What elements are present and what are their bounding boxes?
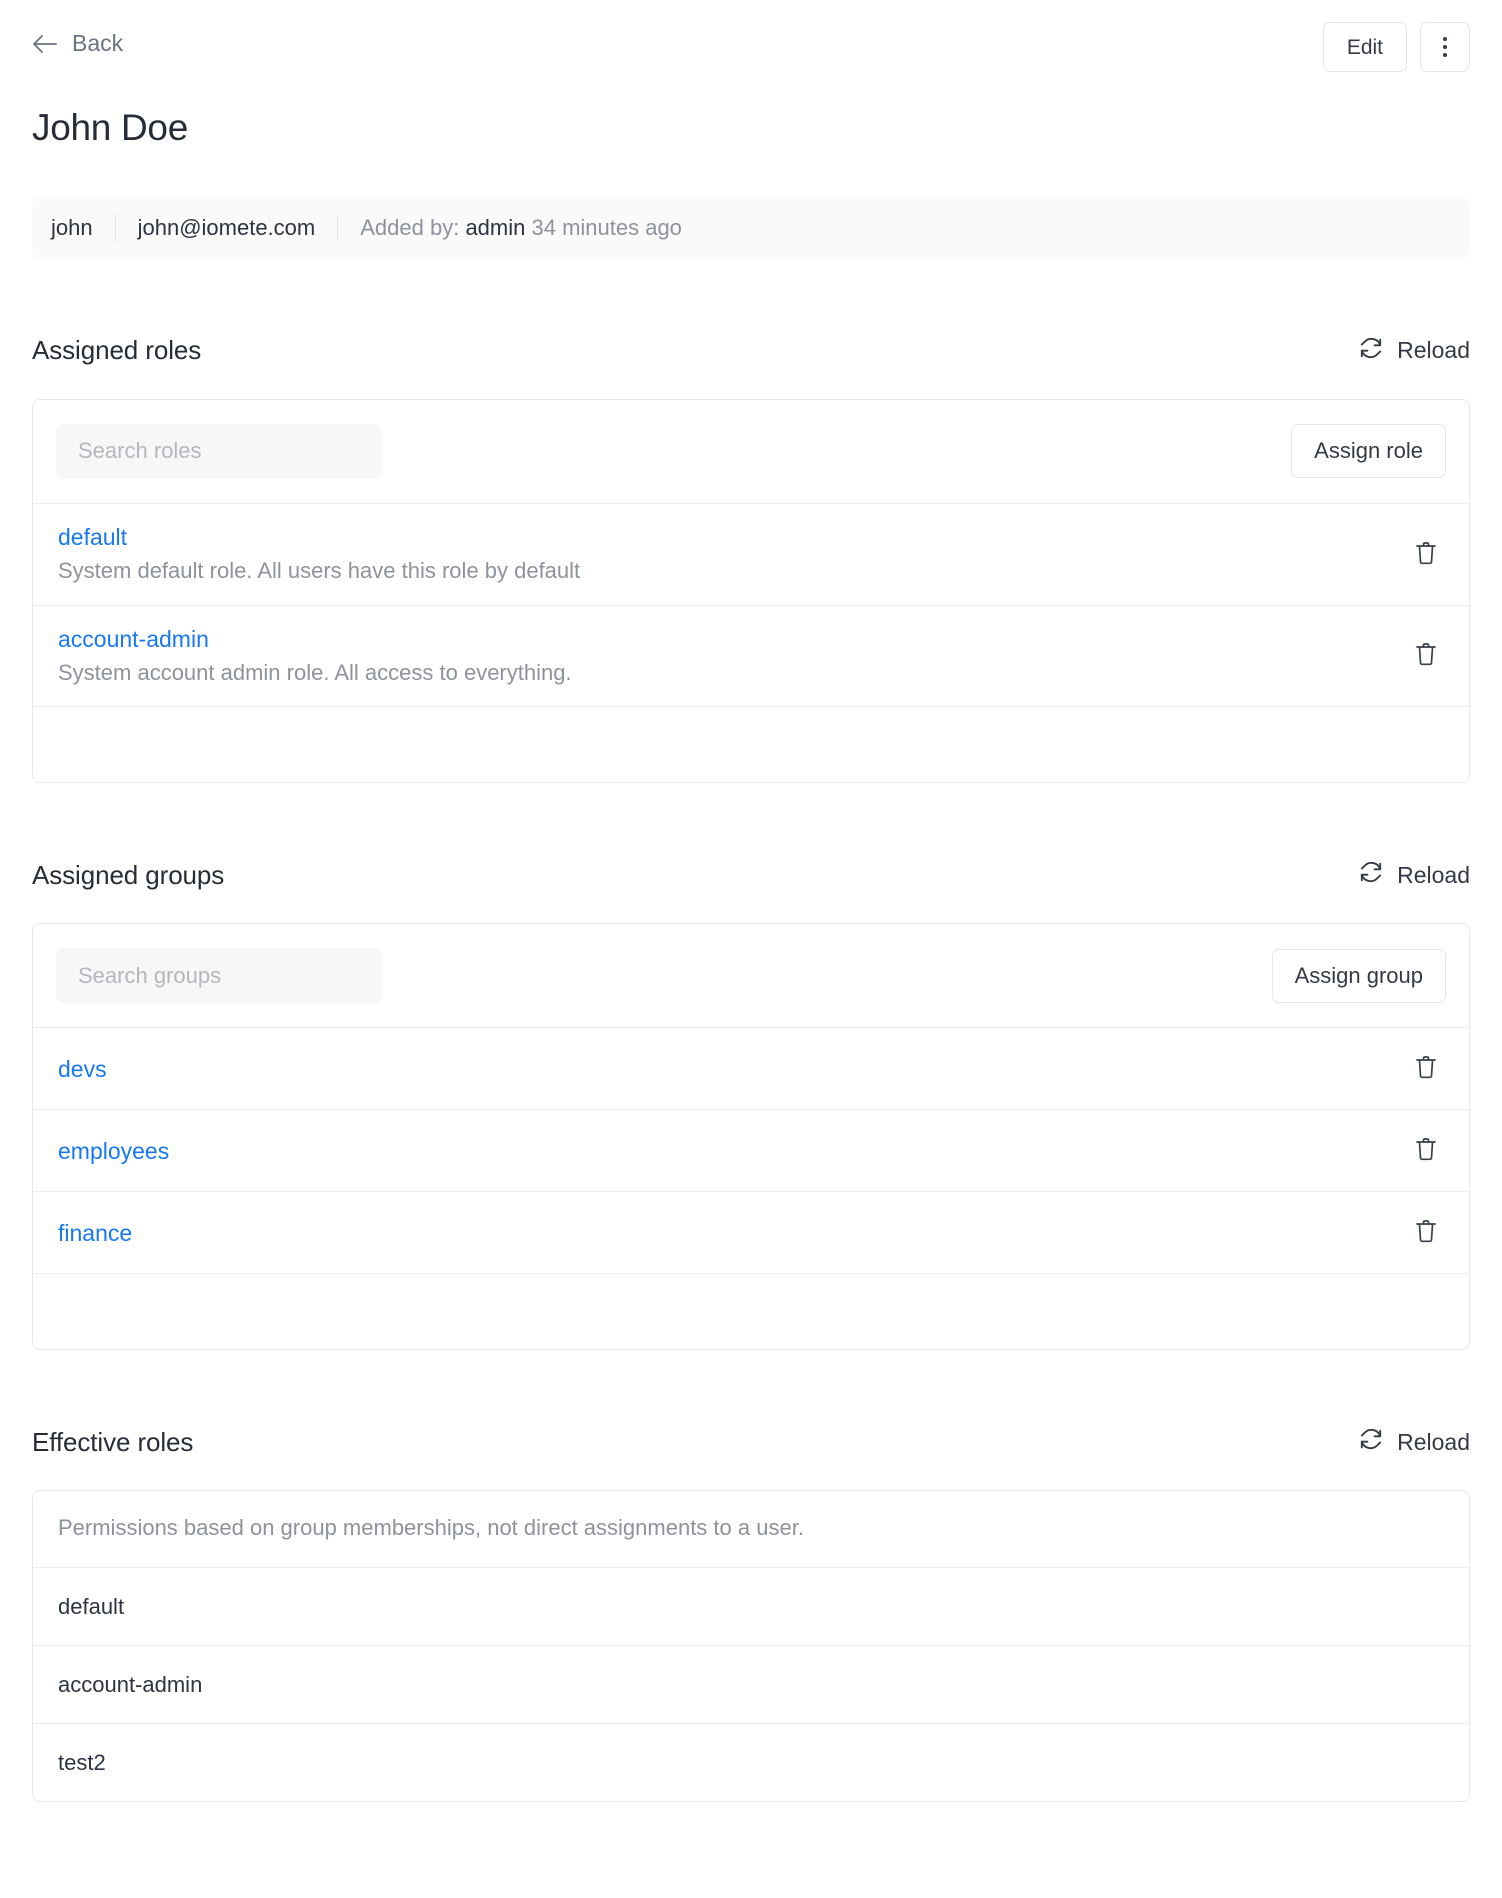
user-meta-bar: john john@iomete.com Added by: admin 34 …: [32, 196, 1470, 259]
meta-divider: [114, 214, 116, 241]
reload-label: Reload: [1397, 337, 1470, 364]
edit-button[interactable]: Edit: [1322, 22, 1407, 72]
table-row: finance: [33, 1191, 1469, 1273]
delete-group-button[interactable]: [1408, 1130, 1444, 1171]
meta-email: john@iomete.com: [137, 214, 316, 240]
search-roles-input[interactable]: [56, 423, 382, 479]
assigned-roles-card: Assign role default System default role.…: [32, 398, 1470, 784]
effective-role-name: default: [58, 1593, 125, 1619]
arrow-left-icon: [32, 34, 58, 54]
reload-label: Reload: [1397, 1428, 1470, 1455]
role-description: System default role. All users have this…: [58, 558, 581, 584]
table-footer-row: [33, 1273, 1469, 1349]
table-row: default: [33, 1567, 1469, 1645]
table-footer-row: [33, 706, 1469, 782]
table-row: account-admin System account admin role.…: [33, 604, 1469, 707]
assigned-groups-title: Assigned groups: [32, 859, 225, 890]
assign-role-button[interactable]: Assign role: [1291, 424, 1446, 479]
meta-added-by-label: Added by:: [360, 214, 460, 240]
table-row: employees: [33, 1109, 1469, 1191]
role-description: System account admin role. All access to…: [58, 659, 572, 685]
effective-roles-card: Permissions based on group memberships, …: [32, 1490, 1470, 1803]
more-vertical-icon: [1443, 37, 1447, 57]
back-label: Back: [72, 30, 124, 56]
meta-added-by: Added by: admin 34 minutes ago: [360, 215, 682, 241]
back-button[interactable]: Back: [32, 22, 123, 55]
refresh-icon: [1358, 859, 1384, 891]
group-name-link[interactable]: finance: [58, 1220, 132, 1246]
assigned-groups-section: Assigned groups Reload Assign group: [32, 857, 1470, 1351]
table-row: default System default role. All users h…: [33, 502, 1469, 605]
trash-icon: [1414, 1218, 1438, 1247]
assigned-groups-header: Assigned groups Reload: [32, 857, 1470, 893]
table-row: account-admin: [33, 1645, 1469, 1723]
assigned-roles-reload-button[interactable]: Reload: [1358, 335, 1470, 367]
delete-group-button[interactable]: [1408, 1212, 1444, 1253]
assigned-roles-header: Assigned roles Reload: [32, 333, 1470, 369]
group-name-link[interactable]: employees: [58, 1138, 169, 1164]
effective-roles-note: Permissions based on group memberships, …: [58, 1515, 804, 1541]
refresh-icon: [1358, 335, 1384, 367]
table-row: devs: [33, 1027, 1469, 1109]
reload-label: Reload: [1397, 861, 1470, 888]
assigned-roles-toolbar: Assign role: [33, 400, 1469, 503]
trash-icon: [1414, 540, 1438, 569]
trash-icon: [1414, 1136, 1438, 1165]
role-info: default System default role. All users h…: [58, 524, 580, 585]
user-detail-page: Back Edit John Doe john john@iomete.com …: [0, 0, 1502, 1898]
effective-roles-header: Effective roles Reload: [32, 1424, 1470, 1460]
search-groups-input[interactable]: [56, 948, 382, 1004]
role-info: account-admin System account admin role.…: [58, 626, 572, 687]
effective-roles-section: Effective roles Reload Permissions based…: [32, 1424, 1470, 1803]
table-row: test2: [33, 1723, 1469, 1801]
delete-group-button[interactable]: [1408, 1048, 1444, 1089]
topbar-actions: Edit: [1322, 22, 1470, 72]
assigned-groups-card: Assign group devs employees: [32, 923, 1470, 1351]
refresh-icon: [1358, 1426, 1384, 1458]
meta-username: john: [51, 214, 93, 240]
meta-added-ago: 34 minutes ago: [531, 214, 682, 240]
assigned-groups-reload-button[interactable]: Reload: [1358, 859, 1470, 891]
role-name-link[interactable]: account-admin: [58, 626, 572, 652]
effective-roles-reload-button[interactable]: Reload: [1358, 1426, 1470, 1458]
effective-role-name: account-admin: [58, 1671, 203, 1697]
assigned-groups-toolbar: Assign group: [33, 924, 1469, 1027]
more-options-button[interactable]: [1420, 22, 1470, 72]
meta-added-by-user: admin: [465, 214, 526, 240]
assign-group-button[interactable]: Assign group: [1271, 948, 1446, 1003]
group-name-link[interactable]: devs: [58, 1056, 107, 1082]
delete-role-button[interactable]: [1408, 534, 1444, 575]
delete-role-button[interactable]: [1408, 635, 1444, 676]
page-title: John Doe: [32, 107, 188, 148]
trash-icon: [1414, 641, 1438, 670]
meta-divider: [337, 214, 339, 241]
topbar: Back Edit: [32, 22, 1470, 84]
assigned-roles-section: Assigned roles Reload Assign role: [32, 333, 1470, 784]
assigned-roles-title: Assigned roles: [32, 335, 202, 366]
effective-roles-title: Effective roles: [32, 1426, 194, 1457]
role-name-link[interactable]: default: [58, 524, 580, 550]
effective-role-name: test2: [58, 1749, 106, 1775]
trash-icon: [1414, 1054, 1438, 1083]
